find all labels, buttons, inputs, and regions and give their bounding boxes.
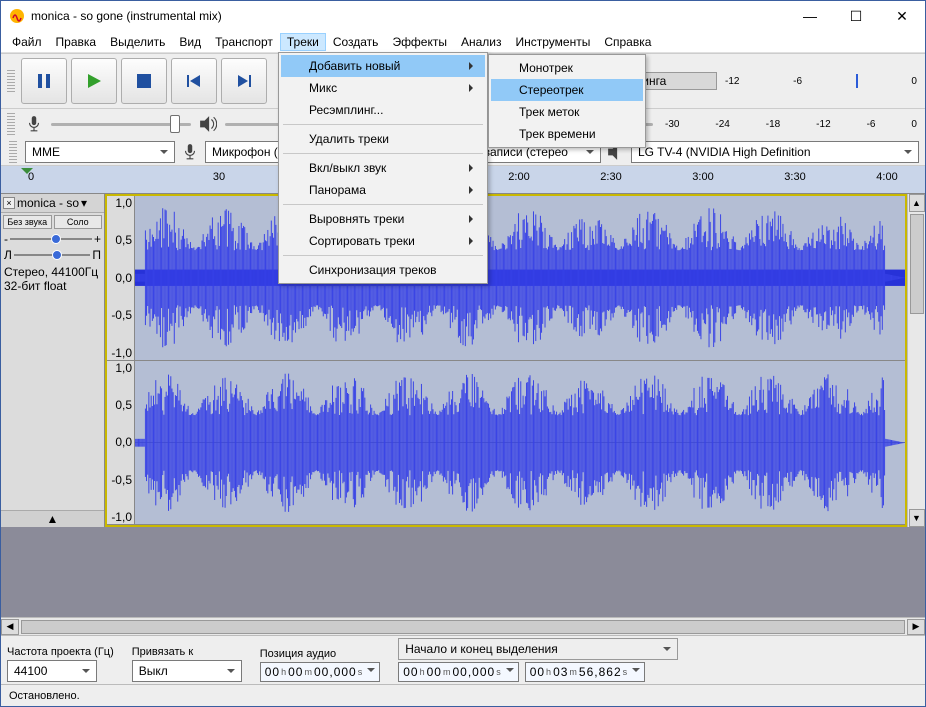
project-rate-label: Частота проекта (Гц) (7, 646, 114, 658)
vertical-scrollbar[interactable]: ▲ ▼ (907, 194, 925, 527)
track-close-button[interactable]: × (3, 197, 15, 209)
maximize-button[interactable]: ☐ (833, 1, 879, 31)
audio-host-combo[interactable]: MME (25, 141, 175, 163)
grip-icon[interactable] (9, 141, 17, 163)
scroll-right-button[interactable]: ▶ (907, 619, 925, 635)
menu-row[interactable]: Сортировать треки (281, 230, 485, 252)
menu-row[interactable]: Микс (281, 77, 485, 99)
grip-icon[interactable] (7, 113, 15, 135)
menu-row[interactable]: Ресэмплинг... (281, 99, 485, 121)
track-name: monica - so (17, 196, 79, 210)
submenu-row[interactable]: Монотрек (491, 57, 643, 79)
waveform-left[interactable] (135, 196, 905, 360)
scroll-up-button[interactable]: ▲ (909, 194, 925, 212)
record-volume-slider[interactable] (51, 123, 191, 126)
minimize-button[interactable]: — (787, 1, 833, 31)
menu-view[interactable]: Вид (172, 33, 208, 51)
timeline-label: 30 (213, 171, 225, 183)
tracks-dropdown-menu: Добавить новыйМиксРесэмплинг... Удалить т… (278, 52, 488, 284)
menu-generate[interactable]: Создать (326, 33, 386, 51)
close-button[interactable]: ✕ (879, 1, 925, 31)
empty-track-area[interactable] (1, 527, 925, 617)
timeline-label: 4:00 (876, 171, 897, 183)
window-buttons: — ☐ ✕ (787, 1, 925, 31)
chevron-down-icon[interactable]: ▾ (81, 196, 87, 210)
timeline-label: 2:00 (508, 171, 529, 183)
track-control-panel: × monica - so ▾ Без звука Соло -+ ЛП Сте… (1, 194, 105, 527)
menu-tools[interactable]: Инструменты (509, 33, 598, 51)
app-icon (9, 8, 25, 24)
title-bar: monica - so gone (instrumental mix) — ☐ … (1, 1, 925, 31)
amplitude-scale: 1,00,50,0-0,5-1,0 (107, 196, 135, 360)
menu-file[interactable]: Файл (5, 33, 49, 51)
stop-button[interactable] (121, 58, 167, 104)
play-button[interactable] (71, 58, 117, 104)
menu-tracks[interactable]: Треки (280, 33, 326, 51)
selection-mode-combo[interactable]: Начало и конец выделения (398, 638, 678, 660)
track-format-label: Стерео, 44100Гц32-бит float (1, 263, 104, 296)
track-gain-slider[interactable]: -+ (1, 231, 104, 247)
snap-label: Привязать к (132, 646, 242, 658)
pause-button[interactable] (21, 58, 67, 104)
selection-end-field[interactable]: 00h03m56,862s (525, 662, 645, 682)
menu-row[interactable]: Панорама (281, 179, 485, 201)
submenu-row[interactable]: Трек времени (491, 123, 643, 145)
grip-icon[interactable] (7, 70, 15, 92)
record-db-scale: -12-60 (721, 70, 921, 92)
waveform-svg (135, 361, 905, 525)
playback-db-scale: -30-24-18-12-60 (661, 113, 921, 135)
status-bar: Остановлено. (1, 684, 925, 706)
menu-bar: Файл Правка Выделить Вид Транспорт Треки… (1, 31, 925, 53)
menu-help[interactable]: Справка (597, 33, 658, 51)
waveform-display[interactable]: 1,00,50,0-0,5-1,0 1,00,50,0-0,5-1,0 (105, 194, 907, 527)
mute-button[interactable]: Без звука (3, 215, 52, 229)
menu-transport[interactable]: Транспорт (208, 33, 280, 51)
menu-row[interactable]: Удалить треки (281, 128, 485, 150)
horizontal-scrollbar[interactable]: ◀ ▶ (1, 617, 925, 635)
add-new-submenu: МонотрекСтереотрекТрек метокТрек времени (488, 54, 646, 148)
selection-start-field[interactable]: 00h00m00,000s (398, 662, 518, 682)
audio-position-field[interactable]: 00h 00m 00,000s (260, 662, 380, 682)
microphone-icon (25, 115, 43, 133)
window-title: monica - so gone (instrumental mix) (31, 9, 787, 23)
timeline-label: 2:30 (600, 171, 621, 183)
scroll-thumb[interactable] (21, 620, 905, 634)
selection-toolbar: Частота проекта (Гц) 44100 Привязать к В… (1, 635, 925, 684)
menu-row[interactable]: Добавить новый (281, 55, 485, 77)
menu-select[interactable]: Выделить (103, 33, 172, 51)
audio-position-label: Позиция аудио (260, 648, 380, 660)
submenu-row[interactable]: Трек меток (491, 101, 643, 123)
timeline-label: 3:00 (692, 171, 713, 183)
track-pan-slider[interactable]: ЛП (1, 247, 104, 263)
submenu-row[interactable]: Стереотрек (491, 79, 643, 101)
waveform-right[interactable] (135, 361, 905, 525)
scroll-thumb[interactable] (910, 214, 924, 314)
project-rate-combo[interactable]: 44100 (7, 660, 97, 682)
menu-row[interactable]: Выровнять треки (281, 208, 485, 230)
track-collapse-button[interactable]: ▲ (1, 510, 104, 527)
menu-analyze[interactable]: Анализ (454, 33, 509, 51)
scroll-left-button[interactable]: ◀ (1, 619, 19, 635)
menu-edit[interactable]: Правка (49, 33, 104, 51)
menu-row[interactable]: Синхронизация треков (281, 259, 485, 281)
playback-device-combo[interactable]: LG TV-4 (NVIDIA High Definition (631, 141, 919, 163)
scroll-down-button[interactable]: ▼ (909, 509, 925, 527)
microphone-icon (181, 143, 199, 161)
menu-row[interactable]: Вкл/выкл звук (281, 157, 485, 179)
snap-combo[interactable]: Выкл (132, 660, 242, 682)
waveform-svg (135, 196, 905, 360)
amplitude-scale: 1,00,50,0-0,5-1,0 (107, 361, 135, 525)
speaker-icon (199, 115, 217, 133)
timeline-label: 3:30 (784, 171, 805, 183)
skip-end-button[interactable] (221, 58, 267, 104)
timeline-label: 0 (28, 171, 34, 183)
solo-button[interactable]: Соло (54, 215, 103, 229)
track-header[interactable]: × monica - so ▾ (1, 194, 104, 213)
skip-start-button[interactable] (171, 58, 217, 104)
menu-effect[interactable]: Эффекты (385, 33, 454, 51)
